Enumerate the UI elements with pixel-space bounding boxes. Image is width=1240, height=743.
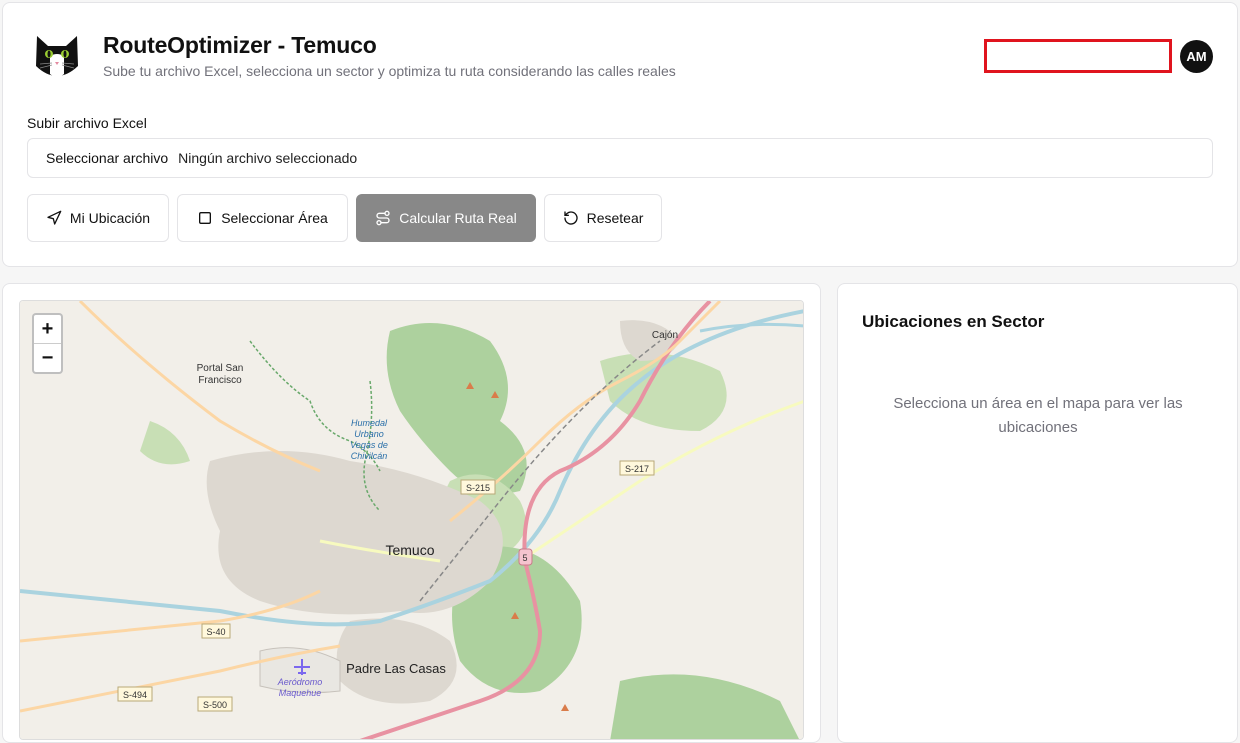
zoom-control: + − [32, 313, 63, 374]
upload-label: Subir archivo Excel [27, 115, 147, 131]
calculate-route-button[interactable]: Calcular Ruta Real [356, 194, 536, 242]
map-label: Francisco [198, 375, 242, 386]
reset-label: Resetear [586, 210, 644, 226]
map-view[interactable]: Portal San Francisco Humedal Urbano Vega… [19, 300, 804, 740]
user-avatar[interactable]: AM [1180, 40, 1213, 73]
choose-file-button[interactable]: Seleccionar archivo [46, 150, 168, 166]
my-location-button[interactable]: Mi Ubicación [27, 194, 169, 242]
calculate-route-label: Calcular Ruta Real [399, 210, 517, 226]
highlight-box [984, 39, 1172, 73]
map-label: Humedal [351, 418, 388, 428]
locations-empty-message: Selecciona un área en el mapa para ver l… [893, 395, 1183, 436]
road-shield-label: S-40 [206, 627, 225, 637]
excel-file-input[interactable]: Seleccionar archivo Ningún archivo selec… [27, 138, 1213, 178]
cat-logo-icon [28, 26, 86, 84]
map-label: Vegas de [350, 440, 388, 450]
reset-button[interactable]: Resetear [544, 194, 662, 242]
map-label: Cajón [652, 330, 678, 341]
map-label: Temuco [385, 542, 434, 558]
rotate-ccw-icon [563, 211, 578, 225]
file-status-text: Ningún archivo seleccionado [178, 150, 358, 166]
app-subtitle: Sube tu archivo Excel, selecciona un sec… [103, 63, 676, 79]
my-location-label: Mi Ubicación [69, 210, 151, 226]
map-label: Portal San [197, 363, 244, 374]
zoom-in-button[interactable]: + [34, 315, 61, 344]
zoom-out-button[interactable]: − [34, 344, 61, 373]
map-label: Chivilcán [351, 451, 388, 461]
road-shield-label: S-494 [123, 690, 147, 700]
map-label: Urbano [354, 429, 384, 439]
select-area-button[interactable]: Seleccionar Área [177, 194, 348, 242]
route-icon [376, 210, 390, 226]
locations-panel-title: Ubicaciones en Sector [862, 312, 1045, 331]
map-tiles[interactable]: Portal San Francisco Humedal Urbano Vega… [20, 301, 804, 740]
map-label: Maquehue [279, 688, 322, 698]
road-shield-label: S-215 [466, 483, 490, 493]
map-label: Padre Las Casas [346, 661, 446, 676]
road-shield-label: 5 [522, 553, 527, 563]
app-title: RouteOptimizer - Temuco [103, 32, 377, 58]
map-label: Aeródromo [277, 677, 323, 687]
square-icon [199, 212, 212, 224]
road-shield-label: S-217 [625, 464, 649, 474]
road-shield-label: S-500 [203, 700, 227, 710]
locations-panel [837, 283, 1238, 743]
navigation-icon [47, 210, 62, 225]
select-area-label: Seleccionar Área [221, 210, 328, 226]
